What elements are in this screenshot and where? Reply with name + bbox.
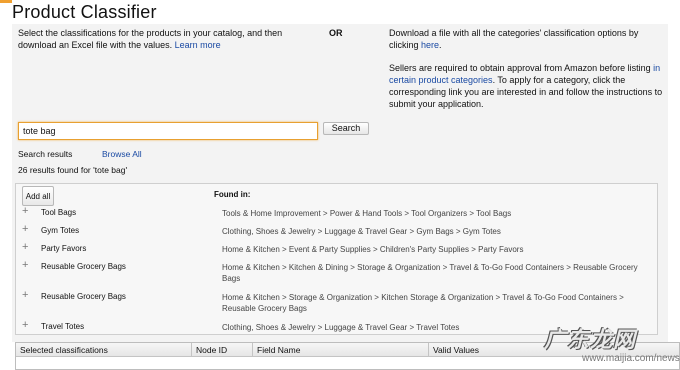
download-here-link[interactable]: here bbox=[421, 40, 439, 50]
category-name: Party Favors bbox=[41, 244, 87, 253]
column-header[interactable]: Field Name bbox=[253, 343, 429, 357]
or-label: OR bbox=[329, 28, 343, 38]
column-header[interactable]: Selected classifications bbox=[16, 343, 192, 357]
results-count: 26 results found for 'tote bag' bbox=[18, 165, 128, 175]
selected-classifications-table: Selected classifications Node ID Field N… bbox=[15, 342, 680, 370]
plus-icon[interactable]: + bbox=[22, 259, 28, 271]
search-button[interactable]: Search bbox=[323, 122, 369, 135]
page-title: Product Classifier bbox=[12, 2, 157, 22]
category-path: Home & Kitchen > Kitchen & Dining > Stor… bbox=[222, 263, 638, 283]
add-all-button[interactable]: Add all bbox=[22, 186, 54, 206]
table-header: Selected classifications Node ID Field N… bbox=[16, 343, 679, 357]
found-in-header: Found in: bbox=[214, 190, 251, 199]
approval-text-1: Sellers are required to obtain approval … bbox=[389, 63, 651, 73]
search-results-label: Search results bbox=[18, 149, 73, 159]
download-paragraph: Download a file with all the categories'… bbox=[389, 28, 639, 50]
category-path: Clothing, Shoes & Jewelry > Luggage & Tr… bbox=[222, 323, 460, 332]
approval-paragraph: Sellers are required to obtain approval … bbox=[389, 62, 664, 110]
learn-more-link[interactable]: Learn more bbox=[175, 40, 221, 50]
category-name: Reusable Grocery Bags bbox=[41, 262, 126, 271]
intro-right: Download a file with all the categories'… bbox=[389, 27, 664, 121]
category-path: Home & Kitchen > Storage & Organization … bbox=[222, 293, 624, 313]
column-header[interactable]: Valid Values bbox=[429, 343, 679, 357]
category-path: Tools & Home Improvement > Power & Hand … bbox=[222, 209, 512, 218]
intro-left-text: Select the classifications for the produ… bbox=[18, 28, 283, 50]
column-header[interactable]: Node ID bbox=[192, 343, 253, 357]
category-path: Clothing, Shoes & Jewelry > Luggage & Tr… bbox=[222, 227, 501, 236]
category-name: Travel Totes bbox=[41, 322, 85, 331]
intro-left: Select the classifications for the produ… bbox=[18, 27, 318, 51]
plus-icon[interactable]: + bbox=[22, 289, 28, 301]
plus-icon[interactable]: + bbox=[22, 205, 28, 217]
plus-icon[interactable]: + bbox=[22, 223, 28, 235]
category-name: Gym Totes bbox=[41, 226, 80, 235]
plus-icon[interactable]: + bbox=[22, 319, 28, 331]
browse-all-link[interactable]: Browse All bbox=[102, 149, 142, 159]
category-name: Reusable Grocery Bags bbox=[41, 292, 126, 301]
category-path: Home & Kitchen > Event & Party Supplies … bbox=[222, 245, 524, 254]
plus-icon[interactable]: + bbox=[22, 241, 28, 253]
search-input[interactable] bbox=[18, 122, 318, 140]
category-name: Tool Bags bbox=[41, 208, 77, 217]
